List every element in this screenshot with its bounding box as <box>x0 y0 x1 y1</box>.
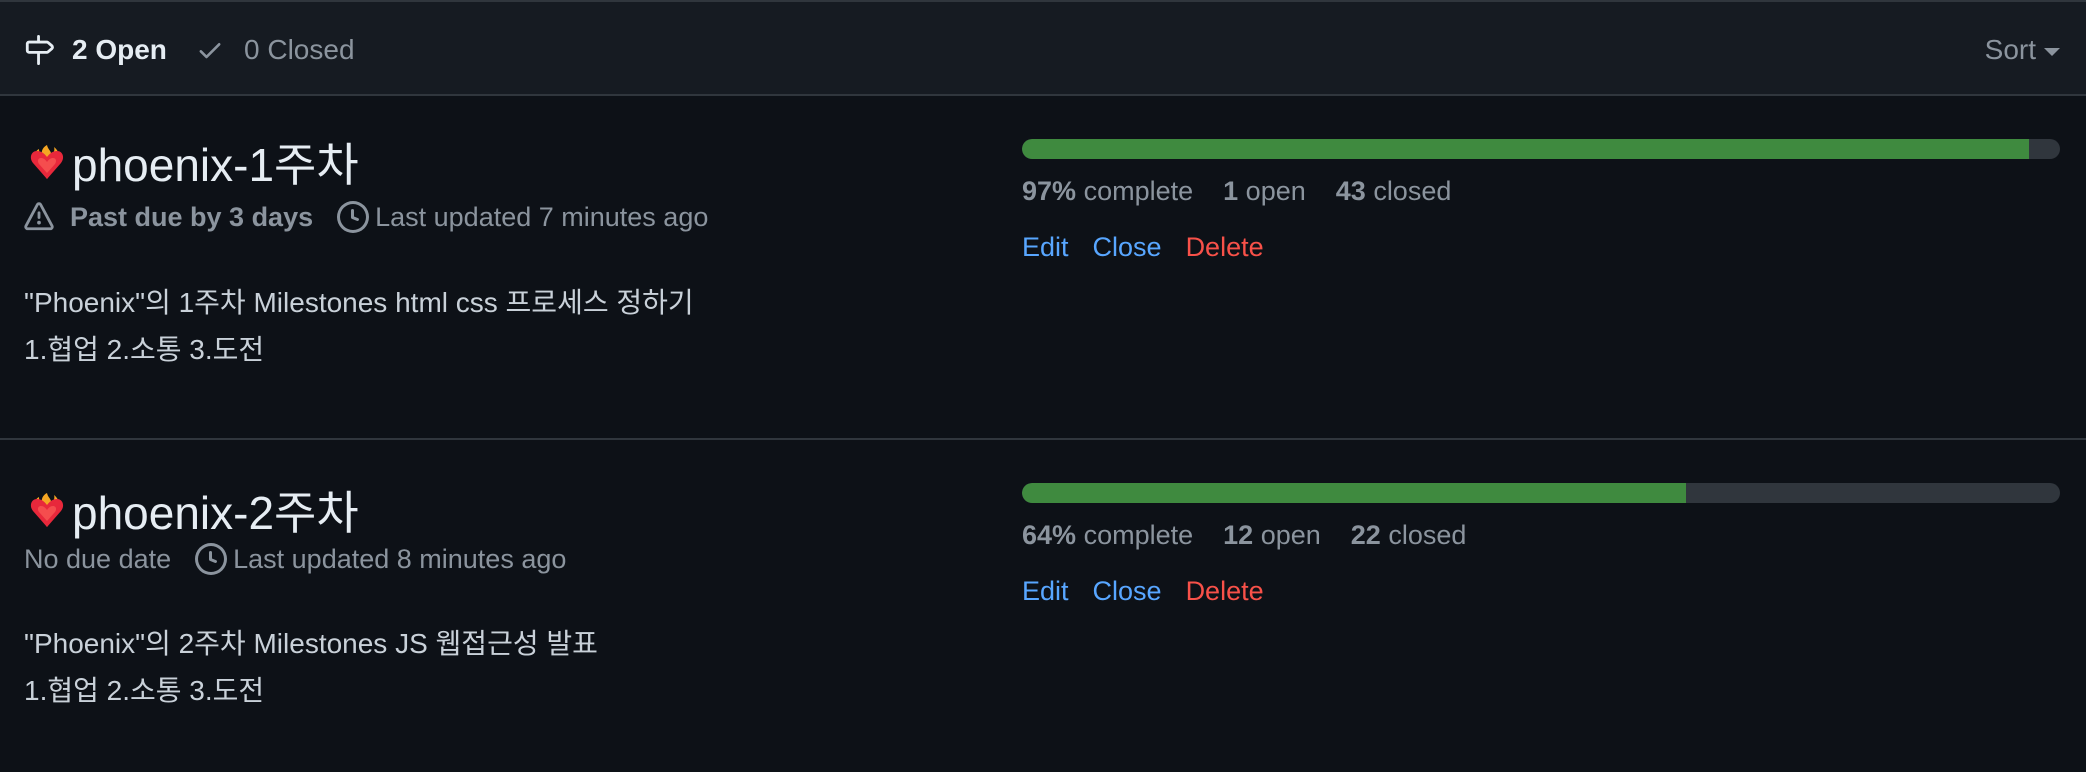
close-link[interactable]: Close <box>1093 576 1162 607</box>
clock-icon <box>195 543 228 575</box>
milestone-title: phoenix-2주차 <box>72 487 359 539</box>
progress-bar <box>1022 139 2060 159</box>
alert-icon <box>24 202 54 232</box>
heart-on-fire-icon <box>24 139 70 185</box>
open-count: 12 open <box>1223 520 1321 551</box>
open-count-value: 12 <box>1223 520 1254 550</box>
closed-tab-label: 0 Closed <box>244 34 355 65</box>
complete-label: complete <box>1083 520 1194 550</box>
description-line: "Phoenix"의 2주차 Milestones JS 웹접근성 발표 <box>24 628 598 659</box>
delete-link[interactable]: Delete <box>1186 232 1264 263</box>
milestone-actions: Edit Close Delete <box>1022 232 1288 263</box>
due-status: No due date <box>24 544 171 575</box>
milestone-title-link[interactable]: phoenix-1주차 <box>24 129 359 195</box>
sort-dropdown[interactable]: Sort <box>1985 2 2060 98</box>
milestone-item: phoenix-2주차 No due date Last updated 8 m… <box>0 440 2086 772</box>
milestone-stats: 64% complete 12 open 22 closed <box>1022 520 1496 551</box>
progress-bar <box>1022 483 2060 503</box>
percent-complete: 64% complete <box>1022 520 1193 551</box>
delete-link[interactable]: Delete <box>1186 576 1264 607</box>
milestone-icon <box>24 35 54 65</box>
description-line: 1.협업 2.소통 3.도전 <box>24 334 265 365</box>
open-milestones-tab[interactable]: 2 Open <box>24 2 167 98</box>
close-link[interactable]: Close <box>1093 232 1162 263</box>
milestone-meta: No due date Last updated 8 minutes ago <box>24 543 566 575</box>
edit-link[interactable]: Edit <box>1022 576 1069 607</box>
due-text: No due date <box>24 543 172 574</box>
edit-link[interactable]: Edit <box>1022 232 1069 263</box>
updated-text: Last updated 7 minutes ago <box>375 201 709 232</box>
heart-on-fire-icon <box>24 487 70 533</box>
caret-down-icon <box>2044 47 2060 56</box>
closed-count-value: 22 <box>1350 520 1381 550</box>
description-line: 1.협업 2.소통 3.도전 <box>24 675 265 706</box>
complete-label: complete <box>1083 176 1194 206</box>
closed-count: 43 closed <box>1336 176 1452 207</box>
percent-complete: 97% complete <box>1022 176 1193 207</box>
open-count-value: 1 <box>1223 176 1239 206</box>
milestone-title: phoenix-1주차 <box>72 139 359 191</box>
updated-text: Last updated 8 minutes ago <box>233 543 567 574</box>
closed-milestones-tab[interactable]: 0 Closed <box>196 2 355 98</box>
due-status: Past due by 3 days <box>24 202 313 233</box>
percent-value: 64% <box>1022 520 1077 550</box>
check-icon <box>196 36 224 64</box>
milestone-description: "Phoenix"의 1주차 Milestones html css 프로세스 … <box>24 279 694 373</box>
closed-count-value: 43 <box>1335 176 1366 206</box>
closed-count: 22 closed <box>1351 520 1467 551</box>
percent-value: 97% <box>1022 176 1077 206</box>
open-count-label: open <box>1245 176 1306 206</box>
closed-count-label: closed <box>1373 176 1452 206</box>
closed-count-label: closed <box>1388 520 1467 550</box>
description-line: "Phoenix"의 1주차 Milestones html css 프로세스 … <box>24 287 694 318</box>
milestone-item: phoenix-1주차 Past due by 3 days Last upda… <box>0 96 2086 440</box>
progress-fill <box>1022 483 1687 503</box>
milestone-stats: 97% complete 1 open 43 closed <box>1022 176 1481 207</box>
sort-label: Sort <box>1984 34 2036 65</box>
last-updated: Last updated 7 minutes ago <box>337 201 708 233</box>
progress-fill <box>1022 139 2029 159</box>
milestone-meta: Past due by 3 days Last updated 7 minute… <box>24 201 708 233</box>
milestone-description: "Phoenix"의 2주차 Milestones JS 웹접근성 발표 1.협… <box>24 620 598 714</box>
open-tab-label: 2 Open <box>72 34 167 65</box>
milestone-actions: Edit Close Delete <box>1022 576 1288 607</box>
open-count-label: open <box>1260 520 1321 550</box>
last-updated: Last updated 8 minutes ago <box>195 543 566 575</box>
milestone-title-link[interactable]: phoenix-2주차 <box>24 477 359 543</box>
due-text: Past due by 3 days <box>70 201 314 232</box>
milestones-header: 2 Open 0 Closed Sort <box>0 0 2086 96</box>
open-count: 1 open <box>1223 176 1306 207</box>
clock-icon <box>337 201 370 233</box>
